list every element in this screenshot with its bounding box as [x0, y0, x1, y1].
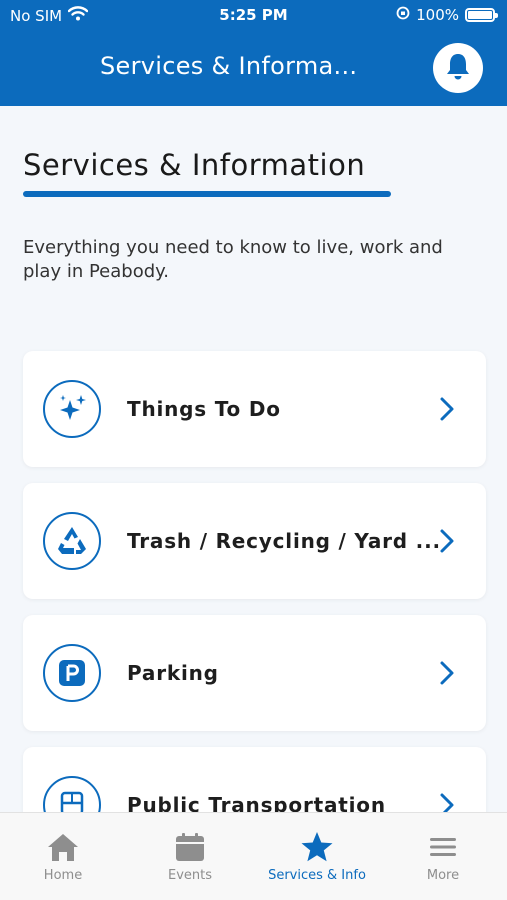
- card-things-to-do[interactable]: Things To Do: [23, 351, 486, 467]
- card-parking[interactable]: Parking: [23, 615, 486, 731]
- status-right: 100%: [396, 6, 498, 24]
- home-icon: [0, 831, 126, 865]
- chevron-right-icon: [438, 395, 456, 427]
- card-trash-recycling[interactable]: Trash / Recycling / Yard ...: [23, 483, 486, 599]
- tab-home[interactable]: Home: [0, 813, 126, 900]
- card-label: Things To Do: [127, 397, 281, 421]
- tab-label: Events: [167, 868, 212, 883]
- tab-bar: Home Events Services & Info More: [0, 812, 507, 900]
- card-label: Trash / Recycling / Yard ...: [127, 529, 441, 553]
- tab-services-info[interactable]: Services & Info: [254, 813, 380, 900]
- card-label: Parking: [127, 661, 219, 685]
- calendar-icon: [127, 831, 253, 865]
- recycle-icon: [43, 512, 101, 570]
- tab-label: Home: [43, 868, 83, 883]
- battery-icon: [465, 8, 498, 22]
- menu-icon: [380, 831, 506, 865]
- tab-label: Services & Info: [268, 868, 366, 883]
- status-bar: No SIM 5:25 PM 100%: [0, 0, 507, 30]
- bell-icon: [444, 51, 472, 85]
- title-underline: [23, 191, 391, 197]
- sparkles-icon: [43, 380, 101, 438]
- orientation-lock-icon: [396, 6, 410, 24]
- page-title: Services & Information: [23, 148, 366, 182]
- tab-more[interactable]: More: [380, 813, 506, 900]
- tab-label: More: [426, 868, 460, 883]
- battery-percent: 100%: [416, 6, 459, 24]
- parking-icon: [43, 644, 101, 702]
- app-header: No SIM 5:25 PM 100% Services & Informa..…: [0, 0, 507, 106]
- chevron-right-icon: [438, 659, 456, 691]
- intro-text: Everything you need to know to live, wor…: [23, 237, 443, 282]
- header-title: Services & Informa...: [100, 52, 358, 80]
- tab-events[interactable]: Events: [127, 813, 253, 900]
- notifications-button[interactable]: [433, 43, 483, 93]
- chevron-right-icon: [438, 527, 456, 559]
- star-icon: [254, 831, 380, 865]
